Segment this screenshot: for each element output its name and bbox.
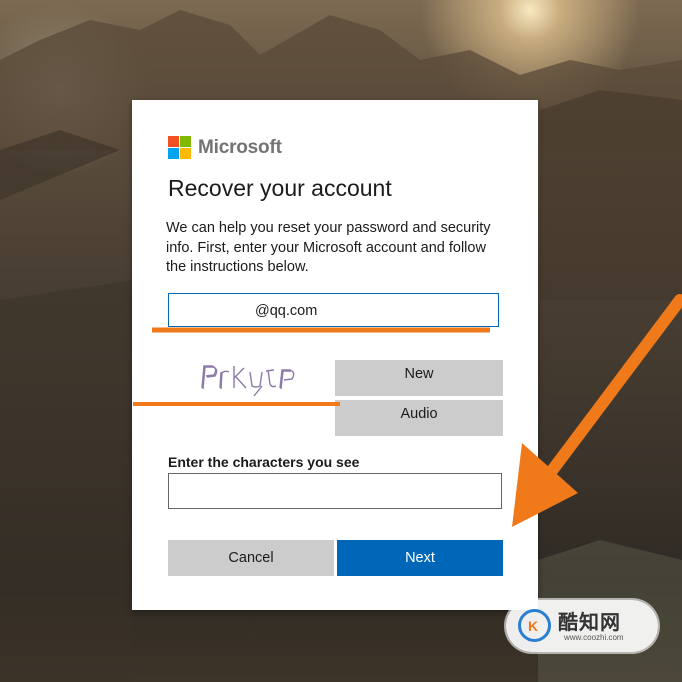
page-description: We can help you reset your password and … bbox=[166, 220, 491, 275]
captcha-input[interactable] bbox=[168, 473, 502, 509]
microsoft-logo-icon bbox=[168, 136, 191, 159]
page-title: Recover your account bbox=[168, 175, 392, 201]
watermark-logo-icon: K bbox=[518, 609, 551, 642]
watermark-url: www.coozhi.com bbox=[564, 633, 624, 642]
captcha-image bbox=[201, 365, 295, 397]
audio-captcha-button[interactable]: Audio bbox=[335, 400, 503, 436]
email-input-value: @qq.com bbox=[255, 303, 318, 319]
recover-account-dialog: Microsoft Recover your account We can he… bbox=[132, 100, 538, 610]
brand-name: Microsoft bbox=[198, 136, 282, 158]
watermark-title: 酷知网 bbox=[558, 612, 621, 634]
next-button[interactable]: Next bbox=[337, 540, 503, 576]
microsoft-logo: Microsoft bbox=[168, 136, 282, 159]
watermark: K 酷知网 www.coozhi.com bbox=[506, 600, 658, 652]
cancel-button[interactable]: Cancel bbox=[168, 540, 334, 576]
new-captcha-button[interactable]: New bbox=[335, 360, 503, 396]
email-input[interactable]: @qq.com bbox=[168, 293, 499, 327]
captcha-input-label: Enter the characters you see bbox=[168, 454, 360, 470]
